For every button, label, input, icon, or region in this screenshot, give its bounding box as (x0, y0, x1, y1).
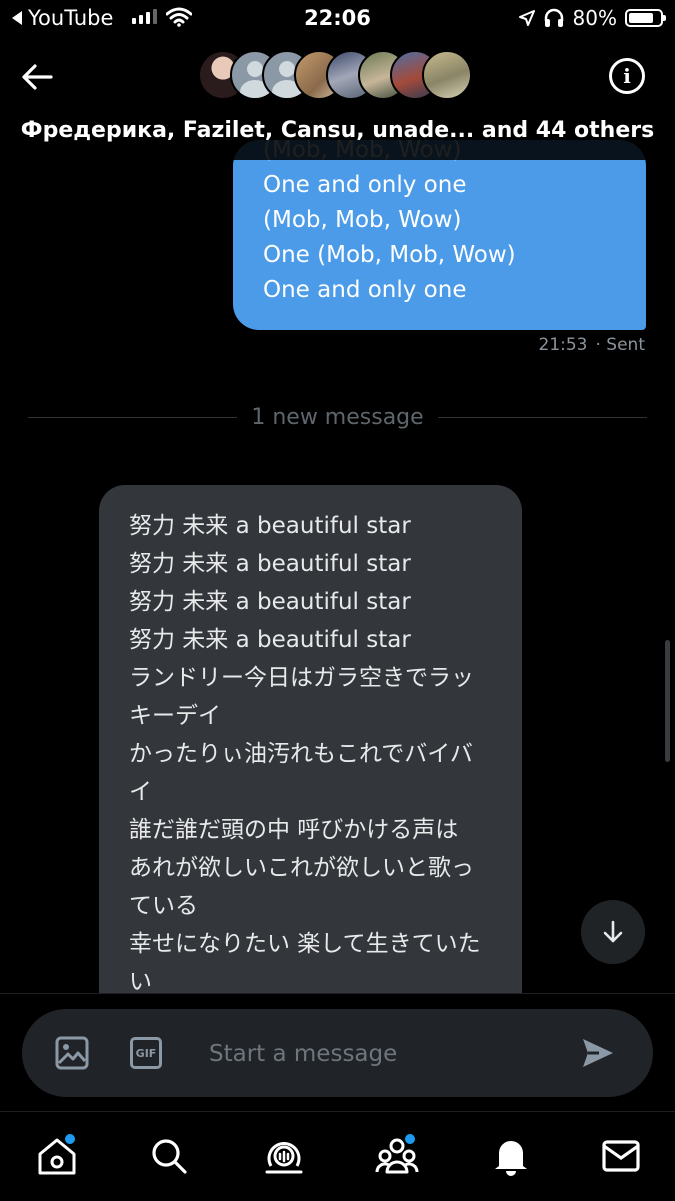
divider-rule (437, 416, 648, 418)
tab-communities[interactable] (375, 1132, 419, 1178)
scroll-to-bottom-button[interactable] (581, 900, 645, 964)
notification-dot (403, 1132, 417, 1146)
message-line: One and only one (263, 172, 467, 198)
new-message-label: 1 new message (251, 404, 424, 430)
message-status: · Sent (595, 335, 646, 355)
headphones-icon (544, 8, 563, 27)
message-line: 誰だ誰だ頭の中 呼びかける声は (129, 817, 459, 843)
message-line: かったりぃ油汚れもこれでバイバイ (129, 741, 473, 805)
composer: GIF (22, 1009, 653, 1097)
scrollbar-thumb[interactable] (665, 640, 670, 762)
message-time: 21:53 (538, 335, 588, 355)
composer-area: GIF (0, 993, 675, 1112)
tab-spaces[interactable] (262, 1134, 306, 1178)
tab-notifications[interactable] (489, 1134, 533, 1178)
message-line: 努力 未来 a beautiful star (129, 513, 411, 539)
message-meta: 21:53 · Sent (539, 335, 646, 355)
bell-icon (495, 1141, 527, 1176)
search-icon (152, 1139, 187, 1174)
send-icon[interactable] (581, 1037, 615, 1069)
group-avatars[interactable] (198, 50, 472, 102)
status-bar: YouTube 22:06 80% (0, 0, 675, 38)
message-line: 努力 未来 a beautiful star (129, 589, 411, 615)
image-icon[interactable] (54, 1035, 90, 1071)
tab-home[interactable] (35, 1132, 79, 1178)
group-names[interactable]: Фредерика, Fazilet, Cansu, unade... and … (0, 118, 675, 143)
conversation-header: i Фредерика, Fazilet, Cansu, unade... an… (0, 38, 675, 160)
message-line: One and only one (263, 277, 467, 303)
avatar (422, 50, 472, 100)
new-message-divider: 1 new message (28, 402, 648, 432)
tab-bar (0, 1111, 675, 1201)
message-line: One (Mob, Mob, Wow) (263, 242, 516, 268)
battery-percent: 80% (572, 6, 617, 30)
message-line: (Mob, Mob, Wow) (263, 207, 462, 233)
notification-dot (63, 1132, 77, 1146)
info-icon[interactable]: i (609, 58, 645, 94)
outgoing-message-bubble[interactable]: (Mob, Mob, Wow) One and only one (Mob, M… (233, 140, 646, 330)
spaces-icon (265, 1142, 303, 1174)
back-button[interactable] (16, 56, 58, 98)
divider-rule (28, 416, 238, 418)
message-line: ランドリー今日はガラ空きでラッキーデイ (129, 665, 474, 729)
gif-button[interactable]: GIF (130, 1037, 162, 1069)
arrow-left-icon (22, 64, 53, 90)
message-line: 努力 未来 a beautiful star (129, 627, 411, 653)
tab-search[interactable] (147, 1134, 191, 1178)
message-line: 幸せになりたい 楽して生きていたい (129, 931, 481, 995)
location-arrow-icon (518, 10, 535, 26)
message-line: あれが欲しいこれが欲しいと歌っている (129, 855, 474, 919)
mail-icon (602, 1140, 640, 1172)
incoming-message-bubble[interactable]: 努力 未来 a beautiful star 努力 未来 a beautiful… (99, 485, 522, 1045)
battery-icon (625, 9, 666, 27)
message-input[interactable] (207, 1033, 541, 1075)
arrow-down-icon (603, 920, 623, 943)
tab-messages[interactable] (599, 1134, 643, 1178)
message-line: 努力 未来 a beautiful star (129, 551, 411, 577)
